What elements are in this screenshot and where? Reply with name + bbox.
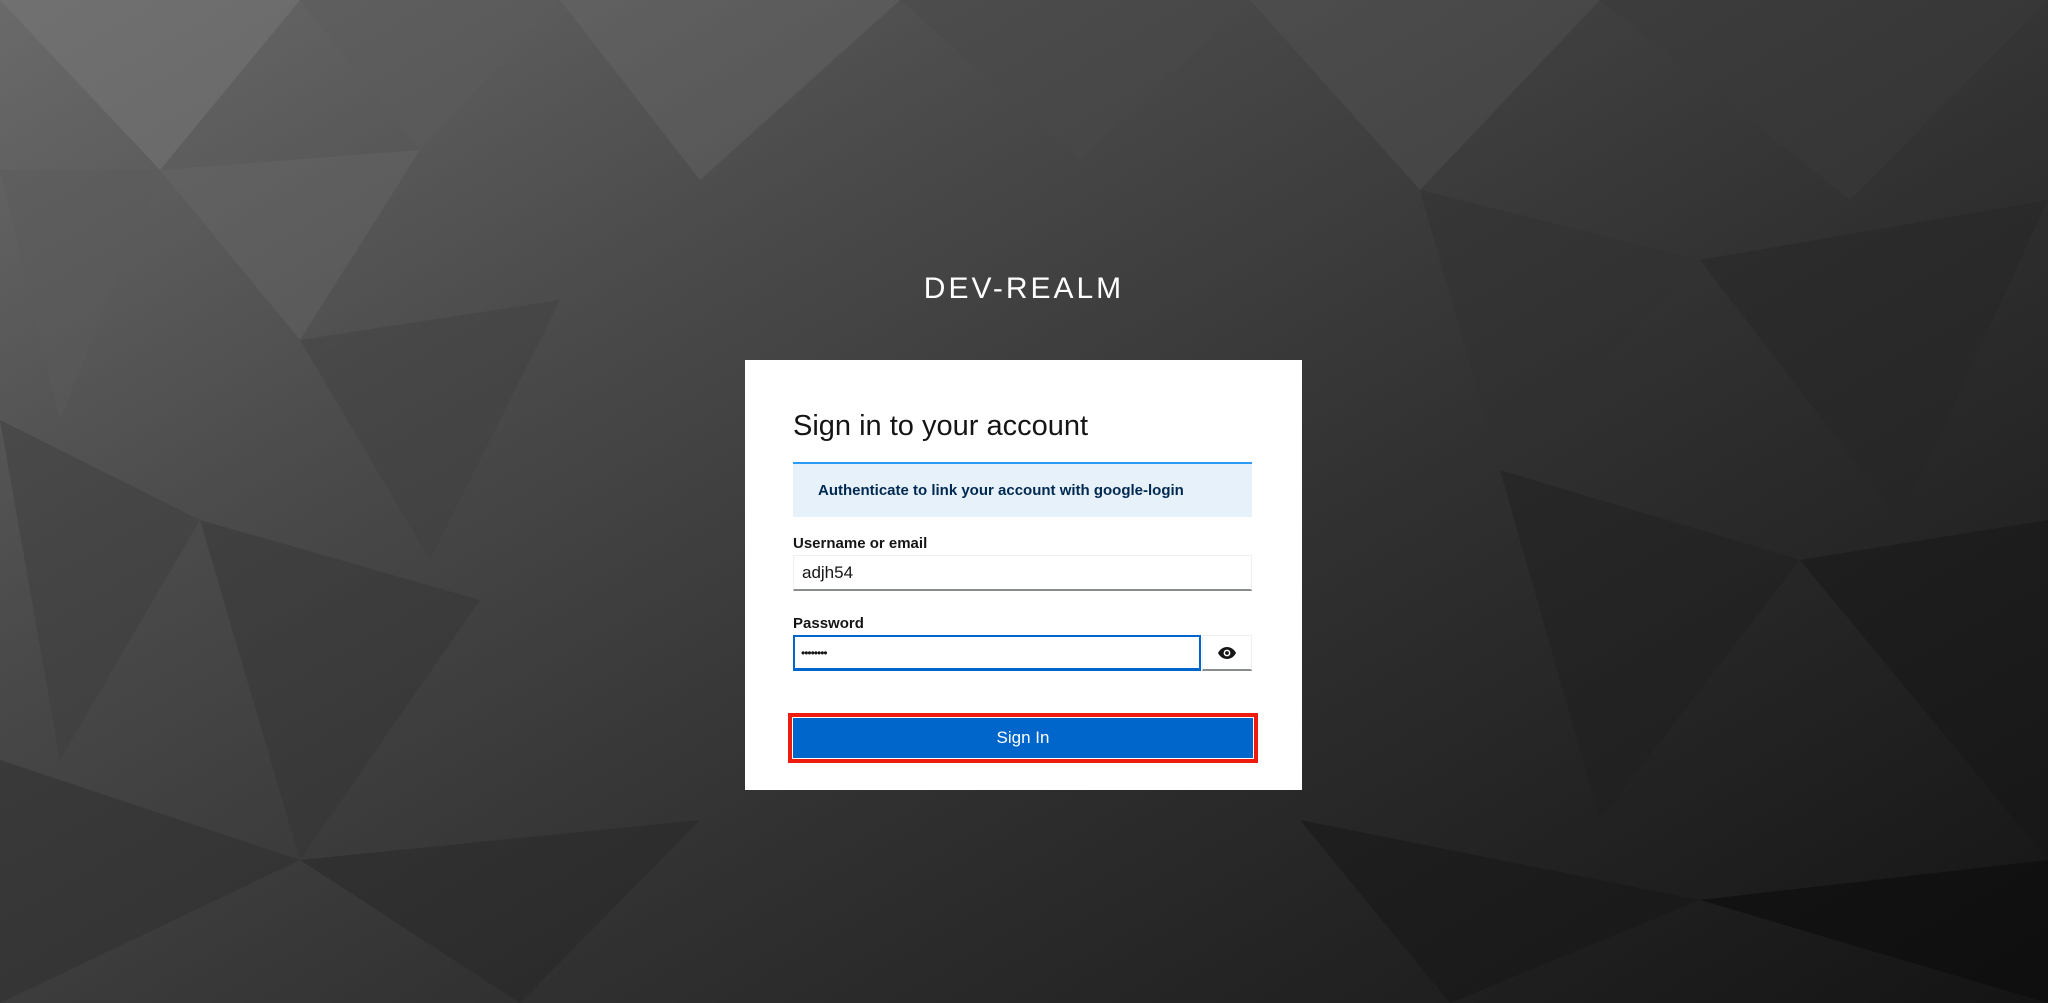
username-label: Username or email [793,535,928,552]
password-field[interactable]: •••••••• [793,635,1201,671]
username-field[interactable]: adjh54 [793,555,1252,591]
page-title: Sign in to your account [793,410,1089,442]
realm-title: DEV-REALM [923,272,1125,305]
info-alert: Authenticate to link your account with g… [793,462,1252,517]
show-password-button[interactable] [1202,635,1252,671]
password-label: Password [793,615,864,632]
info-alert-message: Authenticate to link your account with g… [818,482,1184,499]
login-page: DEV-REALM Sign in to your account Authen… [0,0,2048,1003]
eye-icon [1218,646,1236,659]
sign-in-button[interactable]: Sign In [793,718,1253,758]
login-card: Sign in to your account Authenticate to … [745,360,1302,790]
